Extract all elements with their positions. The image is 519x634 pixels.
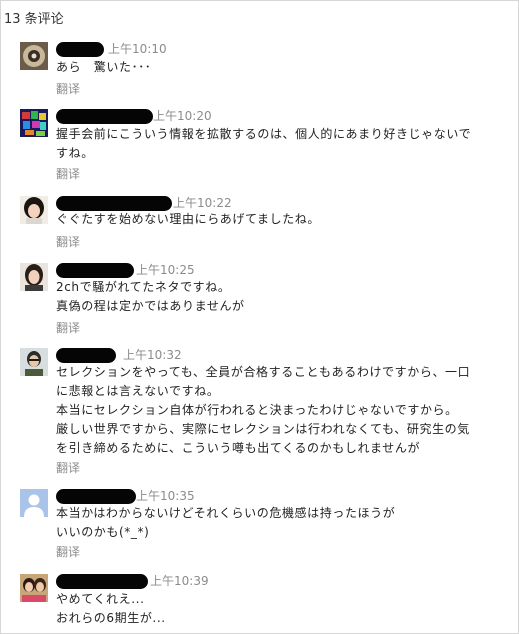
comment-line: あら 驚いた･･･ — [56, 60, 152, 74]
translate-link[interactable]: 翻译 — [56, 543, 80, 560]
comment-text: 本当かはわからないけどそれくらいの危機感は持ったほうが いいのかも(*_*) — [56, 504, 395, 542]
author-name-redacted[interactable] — [56, 196, 172, 211]
comment-line: おれらの6期生が... — [56, 611, 166, 625]
translate-link[interactable]: 翻译 — [56, 165, 80, 182]
comment-text: あら 驚いた･･･ — [56, 58, 151, 77]
avatar[interactable] — [20, 42, 48, 70]
comment-line: 本当かはわからないけどそれくらいの危機感は持ったほうが — [56, 506, 396, 520]
author-name-redacted[interactable] — [56, 348, 116, 363]
comment-line: やめてくれえ... — [56, 592, 145, 606]
avatar[interactable] — [20, 574, 48, 602]
comment-time: 上午10:39 — [150, 574, 209, 588]
author-name-redacted[interactable] — [56, 263, 134, 278]
comment-line: 厳しい世界ですから、実際にセレクションは行われなくても、研究生の気 — [56, 422, 470, 436]
avatar[interactable] — [20, 489, 48, 517]
comment-line: 握手会前にこういう情報を拡散するのは、個人的にあまり好きじゃないで — [56, 127, 472, 141]
comment-line: セレクションをやっても、全員が合格することもあるわけですから、一口 — [56, 365, 471, 379]
avatar[interactable] — [20, 263, 48, 291]
comment-time: 上午10:35 — [136, 489, 195, 503]
comment-line: 本当にセレクション自体が行われると決まったわけじゃないですから。 — [56, 403, 458, 417]
translate-link[interactable]: 翻译 — [56, 459, 80, 476]
author-name-redacted[interactable] — [56, 109, 153, 124]
comment-line: ぐぐたすを始めない理由にらあげてましたね。 — [56, 212, 321, 226]
avatar[interactable] — [20, 109, 48, 137]
avatar[interactable] — [20, 196, 48, 224]
author-name-redacted[interactable] — [56, 42, 104, 57]
comment-line: 2chで騒がれてたネタですね。 — [56, 280, 231, 294]
comment-line: いいのかも(*_*) — [56, 525, 150, 539]
avatar[interactable] — [20, 348, 48, 376]
comment-text: ぐぐたすを始めない理由にらあげてましたね。 — [56, 210, 320, 229]
translate-link[interactable]: 翻译 — [56, 233, 80, 250]
comment-time: 上午10:20 — [153, 109, 212, 123]
comment-time: 上午10:32 — [123, 348, 182, 362]
comment-text: セレクションをやっても、全員が合格することもあるわけですから、一口 に悲報とは言… — [56, 363, 470, 458]
translate-link[interactable]: 翻译 — [56, 80, 80, 97]
author-name-redacted[interactable] — [56, 489, 136, 504]
translate-link[interactable]: 翻译 — [56, 319, 80, 336]
comment-line: 真偽の程は定かではありませんが — [56, 299, 245, 313]
comment-line: を引き締めるために、こういう噂も出てくるのかもしれませんが — [56, 441, 421, 455]
comment-text: 2chで騒がれてたネタですね。 真偽の程は定かではありませんが — [56, 278, 245, 316]
comment-count: 13 条评论 — [4, 12, 64, 27]
comment-line: に悲報とは言えないですね。 — [56, 384, 220, 398]
author-name-redacted[interactable] — [56, 574, 148, 589]
comment-time: 上午10:10 — [108, 42, 167, 56]
comment-line: すね。 — [56, 146, 94, 160]
comment-time: 上午10:25 — [136, 263, 195, 277]
comment-time: 上午10:22 — [173, 196, 232, 210]
comment-text: 握手会前にこういう情報を拡散するのは、個人的にあまり好きじゃないで すね。 — [56, 125, 471, 163]
comment-text: やめてくれえ... おれらの6期生が... — [56, 590, 166, 628]
